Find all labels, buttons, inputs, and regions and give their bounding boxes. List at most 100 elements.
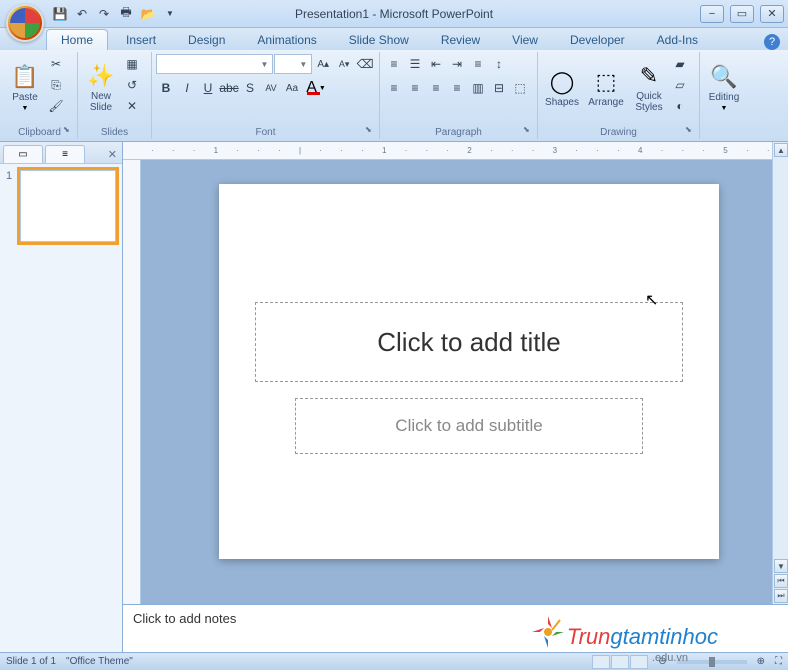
- close-button[interactable]: ✕: [760, 5, 784, 23]
- shape-fill-icon[interactable]: ▰: [670, 54, 690, 74]
- open-icon[interactable]: 📂: [138, 4, 158, 24]
- save-icon[interactable]: 💾: [50, 4, 70, 24]
- copy-icon[interactable]: ⎘: [46, 75, 66, 95]
- thumbnail-preview: [20, 170, 116, 242]
- shape-effects-icon[interactable]: ◐: [670, 96, 690, 116]
- char-spacing-icon[interactable]: AV: [261, 78, 281, 98]
- clear-format-icon[interactable]: ⌫: [355, 54, 375, 74]
- slide-thumbnail[interactable]: 1: [6, 170, 116, 242]
- align-center-icon[interactable]: ≡: [405, 78, 425, 98]
- cut-icon[interactable]: ✂: [46, 54, 66, 74]
- chevron-down-icon: ▼: [721, 105, 728, 112]
- scroll-down-icon[interactable]: ▼: [774, 559, 788, 573]
- qat-dropdown-icon[interactable]: ▼: [160, 4, 180, 24]
- font-launcher[interactable]: ⬊: [365, 125, 377, 137]
- ribbon-tabs: Home Insert Design Animations Slide Show…: [0, 28, 788, 50]
- shapes-button[interactable]: ◯ Shapes: [542, 54, 582, 122]
- slides-panel: ▭ ≡ ✕ 1: [0, 142, 123, 652]
- print-icon[interactable]: 🖶: [116, 4, 136, 24]
- slides-tab[interactable]: ▭: [3, 145, 43, 163]
- minimize-button[interactable]: −: [700, 5, 724, 23]
- notes-pane[interactable]: Click to add notes: [123, 604, 788, 652]
- outline-tab[interactable]: ≡: [45, 145, 85, 163]
- font-size-combo[interactable]: ▼: [274, 54, 312, 74]
- tab-slideshow[interactable]: Slide Show: [335, 30, 423, 50]
- clipboard-launcher[interactable]: ⬊: [63, 125, 75, 137]
- theme-name: "Office Theme": [66, 656, 133, 667]
- scroll-up-icon[interactable]: ▲: [774, 143, 788, 157]
- grow-font-icon[interactable]: A▴: [313, 54, 333, 74]
- next-slide-icon[interactable]: ⏭: [774, 589, 788, 603]
- format-painter-icon[interactable]: 🖌: [46, 96, 66, 116]
- zoom-in-icon[interactable]: ⊕: [757, 656, 765, 667]
- shape-outline-icon[interactable]: ▱: [670, 75, 690, 95]
- vertical-scrollbar[interactable]: ▲ ▼ ⏮ ⏭: [772, 142, 788, 604]
- tab-view[interactable]: View: [498, 30, 552, 50]
- arrange-button[interactable]: ⬚ Arrange: [584, 54, 628, 122]
- new-slide-icon: ✨: [87, 63, 114, 89]
- slide[interactable]: Click to add title Click to add subtitle…: [219, 184, 719, 559]
- panel-close-icon[interactable]: ✕: [106, 146, 119, 163]
- slide-canvas[interactable]: Click to add title Click to add subtitle…: [141, 160, 788, 604]
- workspace: ▭ ≡ ✕ 1 · · · 1 · · · | · · · 1 · · · 2 …: [0, 142, 788, 652]
- paste-button[interactable]: 📋 Paste ▼: [6, 54, 44, 122]
- fit-window-icon[interactable]: ⛶: [775, 656, 782, 667]
- align-left-icon[interactable]: ≡: [384, 78, 404, 98]
- delete-slide-icon[interactable]: ✕: [122, 96, 142, 116]
- title-placeholder[interactable]: Click to add title: [255, 302, 683, 382]
- shrink-font-icon[interactable]: A▾: [334, 54, 354, 74]
- zoom-slider[interactable]: [677, 660, 747, 664]
- drawing-launcher[interactable]: ⬊: [685, 125, 697, 137]
- window-title: Presentation1 - Microsoft PowerPoint: [295, 7, 493, 21]
- tab-home[interactable]: Home: [46, 29, 108, 50]
- new-slide-button[interactable]: ✨ New Slide: [82, 54, 120, 122]
- office-button[interactable]: [6, 4, 44, 42]
- shadow-button[interactable]: S: [240, 78, 260, 98]
- numbering-icon[interactable]: ☰: [405, 54, 425, 74]
- tab-animations[interactable]: Animations: [243, 30, 330, 50]
- prev-slide-icon[interactable]: ⏮: [774, 574, 788, 588]
- line-spacing-icon[interactable]: ≡: [468, 54, 488, 74]
- layout-icon[interactable]: ▦: [122, 54, 142, 74]
- subtitle-placeholder[interactable]: Click to add subtitle: [295, 398, 643, 454]
- bullets-icon[interactable]: ≡: [384, 54, 404, 74]
- tab-review[interactable]: Review: [427, 30, 494, 50]
- tab-addins[interactable]: Add-Ins: [643, 30, 712, 50]
- undo-icon[interactable]: ↶: [72, 4, 92, 24]
- columns-icon[interactable]: ▥: [468, 78, 488, 98]
- tab-developer[interactable]: Developer: [556, 30, 639, 50]
- align-right-icon[interactable]: ≡: [426, 78, 446, 98]
- text-direction-icon[interactable]: ↕: [489, 54, 509, 74]
- help-icon[interactable]: ?: [764, 34, 780, 50]
- paragraph-launcher[interactable]: ⬊: [523, 125, 535, 137]
- font-name-combo[interactable]: ▼: [156, 54, 273, 74]
- horizontal-ruler[interactable]: · · · 1 · · · | · · · 1 · · · 2 · · · 3 …: [123, 142, 788, 160]
- sorter-view-button[interactable]: [611, 655, 629, 669]
- slideshow-view-button[interactable]: [630, 655, 648, 669]
- italic-button[interactable]: I: [177, 78, 197, 98]
- vertical-ruler[interactable]: [123, 160, 141, 604]
- shapes-icon: ◯: [550, 69, 575, 95]
- zoom-out-icon[interactable]: ⊖: [658, 656, 666, 667]
- restore-button[interactable]: ▭: [730, 5, 754, 23]
- editing-button[interactable]: 🔍 Editing ▼: [704, 54, 744, 122]
- edit-area: · · · 1 · · · | · · · 1 · · · 2 · · · 3 …: [123, 142, 788, 652]
- normal-view-button[interactable]: [592, 655, 610, 669]
- indent-decrease-icon[interactable]: ⇤: [426, 54, 446, 74]
- smartart-icon[interactable]: ⬚: [510, 78, 530, 98]
- quick-styles-button[interactable]: ✎ Quick Styles: [630, 54, 668, 122]
- tab-design[interactable]: Design: [174, 30, 239, 50]
- clipboard-icon: 📋: [11, 64, 38, 90]
- group-clipboard: 📋 Paste ▼ ✂ ⎘ 🖌 Clipboard ⬊: [2, 52, 78, 139]
- align-text-icon[interactable]: ⊟: [489, 78, 509, 98]
- change-case-icon[interactable]: Aa: [282, 78, 302, 98]
- indent-increase-icon[interactable]: ⇥: [447, 54, 467, 74]
- strike-button[interactable]: abc: [219, 78, 239, 98]
- reset-icon[interactable]: ↺: [122, 75, 142, 95]
- bold-button[interactable]: B: [156, 78, 176, 98]
- redo-icon[interactable]: ↷: [94, 4, 114, 24]
- justify-icon[interactable]: ≡: [447, 78, 467, 98]
- tab-insert[interactable]: Insert: [112, 30, 170, 50]
- font-color-button[interactable]: A▼: [303, 78, 329, 98]
- underline-button[interactable]: U: [198, 78, 218, 98]
